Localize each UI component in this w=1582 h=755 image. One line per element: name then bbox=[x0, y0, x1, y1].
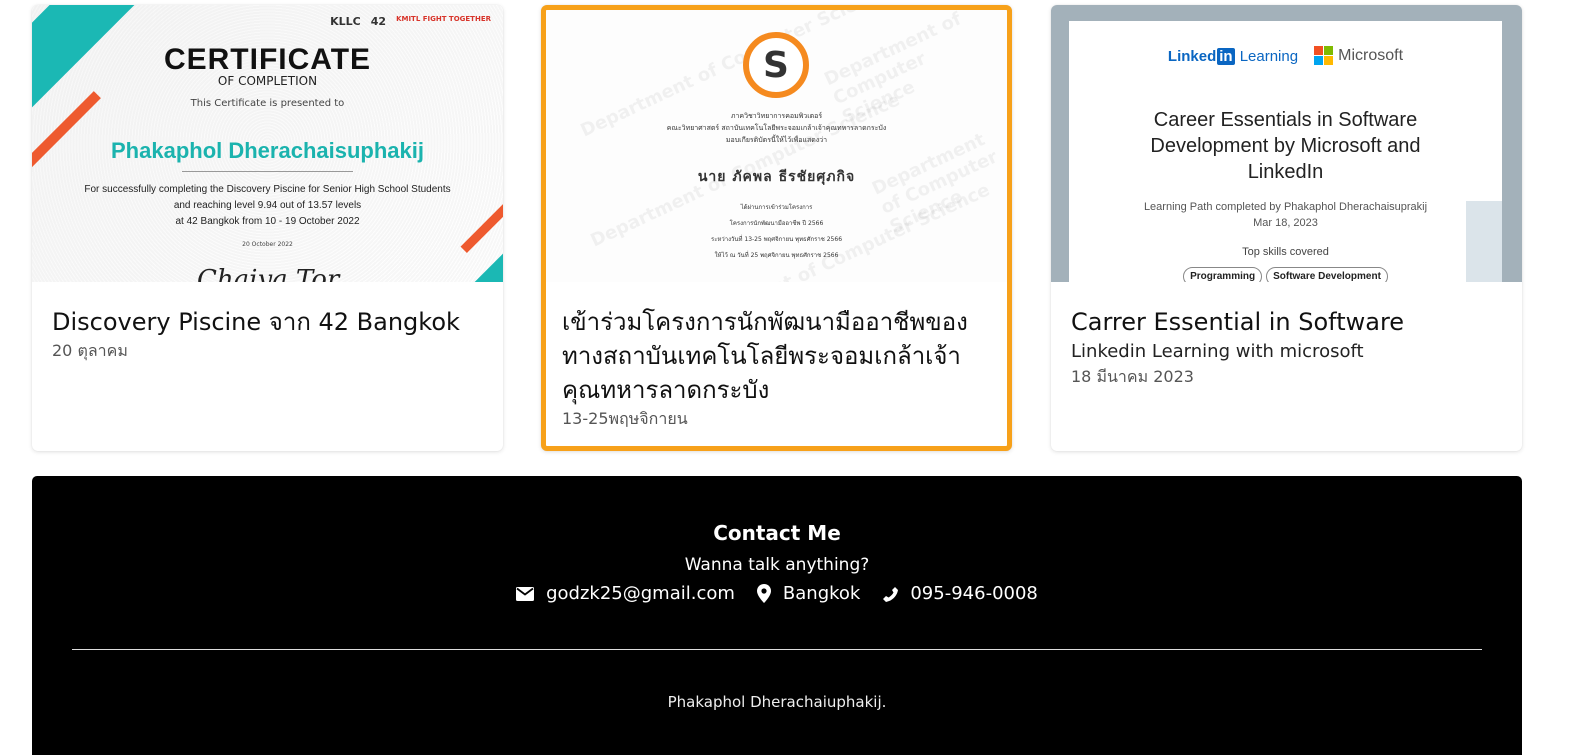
certificate-learning-path: Learning Path completed by Phakaphol Dhe… bbox=[1143, 201, 1428, 229]
contact-email[interactable]: godzk25@gmail.com bbox=[516, 583, 735, 604]
microsoft-logo-icon bbox=[1314, 46, 1334, 65]
certificate-heading: CERTIFICATE bbox=[163, 43, 372, 76]
certificate-course-title: Career Essentials in Software Developmen… bbox=[1150, 109, 1421, 183]
certificate-image-discovery: KLLC 42 KMITL FIGHT TOGETHER CERTIFICATE… bbox=[32, 5, 503, 282]
contact-location: Bangkok bbox=[756, 583, 861, 604]
phone-icon bbox=[882, 586, 899, 602]
certificate-subheading: OF COMPLETION bbox=[217, 74, 318, 88]
certificate-recipient-name: นาย ภัคพล ธีรชัยศุภกิจ bbox=[697, 169, 856, 185]
skill-pill: Software Development bbox=[1266, 267, 1388, 282]
card-title: เข้าร่วมโครงการนักพัฒนามืออาชีพของทางสถา… bbox=[562, 308, 968, 404]
footer-divider bbox=[72, 649, 1482, 650]
certificate-description: For successfully completing the Discover… bbox=[84, 184, 451, 227]
card-title: Carrer Essential in Software bbox=[1071, 308, 1405, 336]
certificate-detail-lines: ได้ผ่านการเข้าร่วมโครงการ โครงการนักพัฒน… bbox=[710, 204, 843, 259]
contact-phone-text: 095-946-0008 bbox=[910, 583, 1038, 604]
contact-tagline: Wanna talk anything? bbox=[684, 555, 870, 575]
signature-image: Chaiya Tor bbox=[197, 265, 340, 282]
contact-location-text: Bangkok bbox=[782, 583, 861, 604]
certificate-org-lines: ภาควิชาวิทยาการคอมพิวเตอร์ คณะวิทยาศาสตร… bbox=[666, 112, 887, 144]
contact-email-text: godzk25@gmail.com bbox=[546, 583, 735, 604]
certificate-recipient-name: Phakaphol Dherachaisuphakij bbox=[111, 138, 424, 163]
certificate-card-discovery[interactable]: KLLC 42 KMITL FIGHT TOGETHER CERTIFICATE… bbox=[32, 5, 503, 451]
card-date: 13-25พฤษจิกายน bbox=[562, 409, 688, 428]
certificate-skills-label: Top skills covered bbox=[1242, 246, 1329, 258]
certificate-brand-header: Linked in Learning Microsoft bbox=[1167, 46, 1404, 65]
card-date: 20 ตุลาคม bbox=[52, 341, 128, 360]
certificate-brand-logos: KLLC 42 KMITL FIGHT TOGETHER bbox=[330, 15, 491, 28]
skill-pill: Programming bbox=[1183, 267, 1263, 282]
contact-phone[interactable]: 095-946-0008 bbox=[882, 583, 1038, 604]
email-icon bbox=[516, 586, 535, 601]
certificate-card-linkedin[interactable]: Linked in Learning Microsoft Career Essen… bbox=[1051, 5, 1522, 451]
department-logo-icon bbox=[743, 32, 809, 98]
card-subtitle: Linkedin Learning with microsoft bbox=[1071, 341, 1364, 362]
certificate-issue-date: 20 October 2022 bbox=[242, 241, 293, 248]
footer-copyright: Phakaphol Dherachaiuphakij. bbox=[667, 693, 887, 711]
contact-heading: Contact Me bbox=[713, 521, 841, 545]
certificate-image-linkedin: Linked in Learning Microsoft Career Essen… bbox=[1051, 5, 1522, 282]
contact-footer: Contact Me Wanna talk anything? godzk25@… bbox=[32, 476, 1522, 755]
certificate-image-kmitl: Department of Computer Science Departmen… bbox=[546, 10, 1007, 282]
certificate-presented-text: This Certificate is presented to bbox=[190, 98, 345, 109]
certificate-card-kmitl[interactable]: Department of Computer Science Departmen… bbox=[541, 5, 1012, 451]
location-pin-icon bbox=[756, 584, 771, 603]
card-date: 18 มีนาคม 2023 bbox=[1071, 367, 1194, 386]
card-title: Discovery Piscine จาก 42 Bangkok bbox=[52, 308, 460, 336]
